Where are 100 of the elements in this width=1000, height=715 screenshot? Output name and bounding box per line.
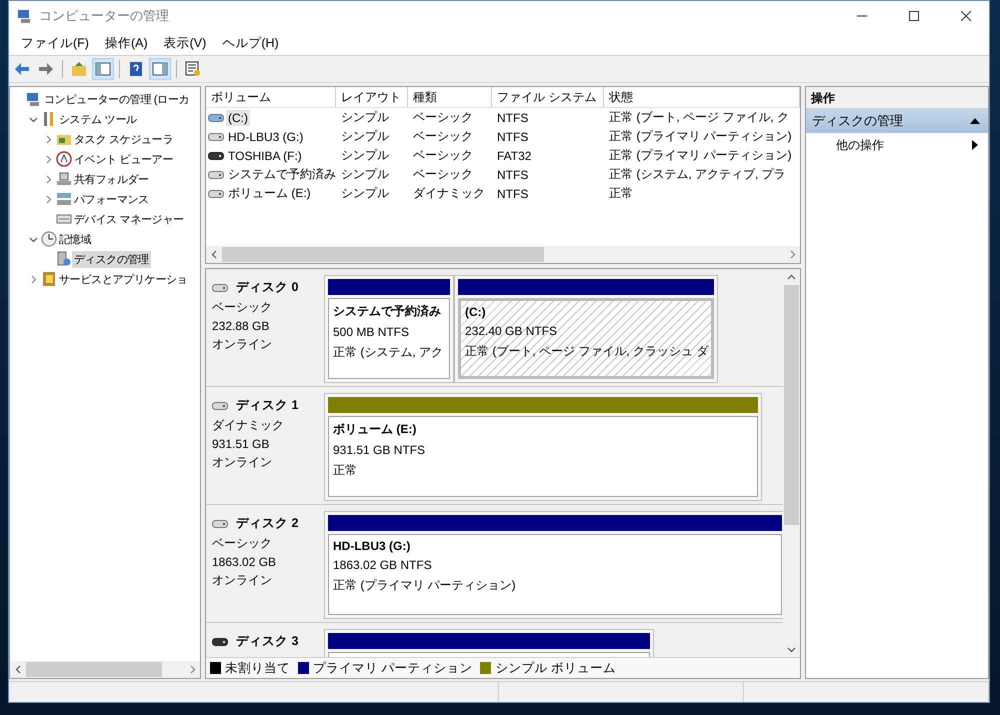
table-cell: ベーシック: [413, 147, 473, 164]
table-cell: ベーシック: [413, 109, 473, 126]
close-icon[interactable]: [961, 11, 971, 21]
volume-name[interactable]: (C:): [226, 110, 250, 126]
expand-icon[interactable]: [44, 154, 52, 164]
actions-header: 操作: [806, 87, 988, 109]
disk-size: 931.51 GB: [212, 437, 270, 451]
table-cell: 正常: [609, 185, 633, 202]
volume-name[interactable]: ボリューム (E:): [226, 184, 313, 203]
tree-item[interactable]: ディスクの管理: [72, 250, 151, 268]
chevron-up-icon[interactable]: [787, 272, 796, 282]
tree-item[interactable]: 共有フォルダー: [72, 170, 151, 188]
legend-label: 未割り当て: [225, 660, 290, 676]
computer-icon: [26, 91, 42, 107]
partition-name: ボリューム (E:): [333, 421, 418, 438]
table-cell: NTFS: [497, 168, 528, 182]
table-cell: ベーシック: [413, 166, 473, 183]
tree-item[interactable]: タスク スケジューラ: [72, 130, 176, 148]
partition-name: (C:): [465, 305, 487, 319]
chevron-right-icon[interactable]: [788, 250, 796, 259]
horizontal-scrollbar[interactable]: [206, 246, 800, 263]
partition-status: 正常 (システム, アク: [333, 344, 444, 361]
chevron-left-icon[interactable]: [14, 665, 22, 674]
table-cell: 正常 (ブート, ページ ファイル, ク: [609, 109, 789, 126]
tree-item[interactable]: サービスとアプリケーショ: [57, 270, 190, 288]
legend-label: プライマリ パーティション: [313, 660, 472, 676]
tree-item[interactable]: パフォーマンス: [72, 190, 151, 208]
table-cell: 正常 (システム, アクティブ, プラ: [609, 166, 786, 183]
clock-icon: [41, 231, 57, 247]
partition-status: 正常 (プライマリ パーティション): [333, 577, 517, 594]
volume-name[interactable]: TOSHIBA (F:): [226, 148, 304, 164]
collapse-icon[interactable]: [28, 234, 38, 244]
action-item[interactable]: 他の操作: [806, 133, 988, 157]
table-cell: シンプル: [341, 128, 389, 145]
disk-status: オンライン: [212, 336, 273, 353]
maximize-icon[interactable]: [909, 11, 919, 21]
table-cell: 正常 (プライマリ パーティション): [609, 147, 792, 164]
actions-section[interactable]: ディスクの管理: [806, 109, 988, 133]
disk-status: オンライン: [212, 454, 273, 471]
table-cell: NTFS: [497, 110, 528, 124]
disk-size: 1863.02 GB: [212, 555, 278, 569]
partition-size: 1863.02 GB NTFS: [333, 558, 433, 572]
disk-type: ベーシック: [212, 535, 273, 552]
disk-type: ダイナミック: [212, 417, 285, 434]
device-icon: [56, 171, 72, 187]
partition-name: システムで予約済み: [333, 303, 442, 320]
partition-box[interactable]: システムで予約済み 500 MB NTFS 正常 (システム, アク: [328, 298, 450, 379]
computer-icon: [17, 8, 33, 24]
disk-size: 232.88 GB: [212, 319, 270, 333]
menu-item[interactable]: 操作(A): [96, 32, 156, 54]
table-cell: シンプル: [341, 166, 389, 183]
storage-icon: [56, 191, 72, 207]
drive-icon: [208, 170, 224, 180]
horizontal-scrollbar[interactable]: [10, 661, 200, 678]
legend-label: シンプル ボリューム: [495, 660, 616, 676]
menu-item[interactable]: ヘルプ(H): [214, 32, 287, 54]
drive-icon: [208, 112, 224, 122]
partition-size: 500 MB NTFS: [333, 325, 410, 339]
partition-name: HD-LBU3 (G:): [333, 539, 412, 553]
disk-name: ディスク 0: [236, 279, 298, 296]
volume-name[interactable]: HD-LBU3 (G:): [226, 128, 306, 144]
tree-item[interactable]: 記憶域: [57, 230, 94, 248]
chevron-right-icon[interactable]: [188, 665, 196, 674]
partition-box[interactable]: HD-LBU3 (G:) 1863.02 GB NTFS 正常 (プライマリ パーティション): [328, 534, 782, 615]
drive-icon: [208, 150, 224, 160]
partition-status: 正常 (ブート, ページ ファイル, クラッシュ ダ: [465, 343, 707, 360]
collapse-icon[interactable]: [28, 114, 38, 124]
table-cell: ベーシック: [413, 128, 473, 145]
table-cell: 正常 (プライマリ パーティション): [609, 128, 792, 145]
menu-item[interactable]: 表示(V): [156, 32, 214, 54]
expand-icon[interactable]: [44, 174, 52, 184]
tree-item[interactable]: コンピューターの管理 (ローカ: [42, 90, 192, 108]
expand-icon[interactable]: [28, 274, 38, 284]
table-cell: シンプル: [341, 147, 389, 164]
tree-item[interactable]: イベント ビューアー: [72, 150, 176, 168]
collapse-icon[interactable]: [970, 118, 980, 124]
table-cell: NTFS: [497, 130, 528, 144]
expand-icon[interactable]: [44, 134, 52, 144]
volume-name[interactable]: システムで予約済み: [226, 165, 338, 184]
tree-item[interactable]: システム ツール: [57, 110, 139, 128]
table-cell: シンプル: [341, 185, 389, 202]
table-cell: ダイナミック: [413, 185, 485, 202]
partition-size: 931.51 GB NTFS: [333, 443, 426, 457]
chevron-left-icon[interactable]: [210, 250, 218, 259]
partition-box[interactable]: ボリューム (E:) 931.51 GB NTFS 正常: [328, 416, 758, 497]
vertical-scrollbar[interactable]: [783, 269, 800, 657]
disk-name: ディスク 3: [236, 633, 298, 650]
table-cell: シンプル: [341, 109, 389, 126]
submenu-arrow-icon: [972, 140, 978, 150]
partition-size: 232.40 GB NTFS: [465, 324, 558, 338]
disk-status: オンライン: [212, 572, 273, 589]
menu-item[interactable]: ファイル(F): [13, 32, 97, 54]
expand-icon[interactable]: [44, 194, 52, 204]
table-cell: FAT32: [497, 148, 532, 162]
drive-icon: [208, 188, 224, 198]
chevron-down-icon[interactable]: [787, 644, 796, 654]
window-title: コンピューターの管理: [39, 7, 170, 25]
partition-box[interactable]: (C:) 232.40 GB NTFS 正常 (ブート, ページ ファイル, クラッシュ ダ: [458, 298, 714, 379]
tree-item[interactable]: デバイス マネージャー: [72, 210, 186, 228]
disk-name: ディスク 2: [236, 515, 298, 532]
